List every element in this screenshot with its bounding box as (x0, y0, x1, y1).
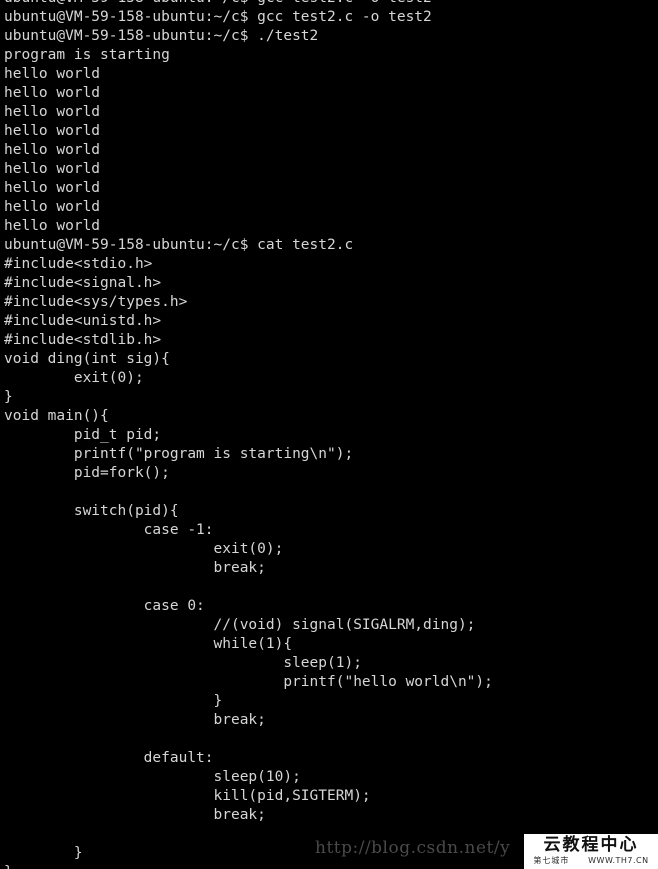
terminal-line: break; (4, 712, 266, 728)
terminal-line: #include<stdlib.h> (4, 332, 162, 348)
terminal-line: break; (4, 560, 266, 576)
terminal-line: case 0: (4, 598, 205, 614)
terminal-line: #include<unistd.h> (4, 313, 162, 329)
terminal-line: sleep(1); (4, 655, 362, 671)
terminal-line: hello world (4, 161, 101, 177)
terminal-line: } (4, 693, 223, 709)
terminal-line: while(1){ (4, 636, 293, 652)
terminal-line: ubuntu@VM-59-158-ubuntu:~/c$ cat test2.c (4, 237, 354, 253)
terminal-line: hello world (4, 199, 101, 215)
terminal-line: //(void) signal(SIGALRM,ding); (4, 617, 476, 633)
terminal-line: printf("program is starting\n"); (4, 446, 354, 462)
terminal-line: sleep(10); (4, 769, 301, 785)
terminal-line: hello world (4, 66, 101, 82)
terminal-line: ubuntu@VM-59-158-ubuntu:~/c$ gcc test2.c… (4, 0, 658, 8)
terminal-screen[interactable]: ubuntu@VM-59-158-ubuntu:~/c$ gcc test2.c… (0, 0, 658, 869)
terminal-line: #include<sys/types.h> (4, 294, 188, 310)
terminal-line: default: (4, 750, 214, 766)
terminal-line: #include<signal.h> (4, 275, 162, 291)
terminal-line: pid_t pid; (4, 427, 162, 443)
terminal-line: void ding(int sig){ (4, 351, 170, 367)
terminal-line: break; (4, 807, 266, 823)
terminal-line: pid=fork(); (4, 465, 170, 481)
terminal-line: ubuntu@VM-59-158-ubuntu:~/c$ gcc test2.c… (4, 9, 432, 25)
terminal-line: void main(){ (4, 408, 109, 424)
terminal-line: hello world (4, 104, 101, 120)
terminal-window[interactable]: ubuntu@VM-59-158-ubuntu:~/c$ gcc test2.c… (0, 0, 658, 869)
terminal-line: exit(0); (4, 370, 144, 386)
terminal-line: } (4, 389, 13, 405)
terminal-line: exit(0); (4, 541, 284, 557)
terminal-line: hello world (4, 142, 101, 158)
terminal-line: kill(pid,SIGTERM); (4, 788, 371, 804)
terminal-line: case -1: (4, 522, 214, 538)
terminal-line: switch(pid){ (4, 503, 179, 519)
logo-subtitle-en: WWW.TH7.CN (588, 856, 649, 865)
terminal-line: program is starting (4, 47, 170, 63)
terminal-line: hello world (4, 218, 101, 234)
terminal-line: #include<stdio.h> (4, 256, 153, 272)
logo-watermark: 云教程中心 第七城市 WWW.TH7.CN (524, 834, 658, 869)
terminal-line: hello world (4, 180, 101, 196)
terminal-line: ubuntu@VM-59-158-ubuntu:~/c$ ./test2 (4, 28, 319, 44)
terminal-line: hello world (4, 123, 101, 139)
url-watermark: http://blog.csdn.net/y (315, 838, 511, 858)
terminal-line: hello world (4, 85, 101, 101)
logo-subtitle-cn: 第七城市 (533, 856, 570, 865)
terminal-line: printf("hello world\n"); (4, 674, 493, 690)
logo-subtitle: 第七城市 WWW.TH7.CN (524, 856, 658, 866)
logo-title: 云教程中心 (543, 835, 639, 855)
